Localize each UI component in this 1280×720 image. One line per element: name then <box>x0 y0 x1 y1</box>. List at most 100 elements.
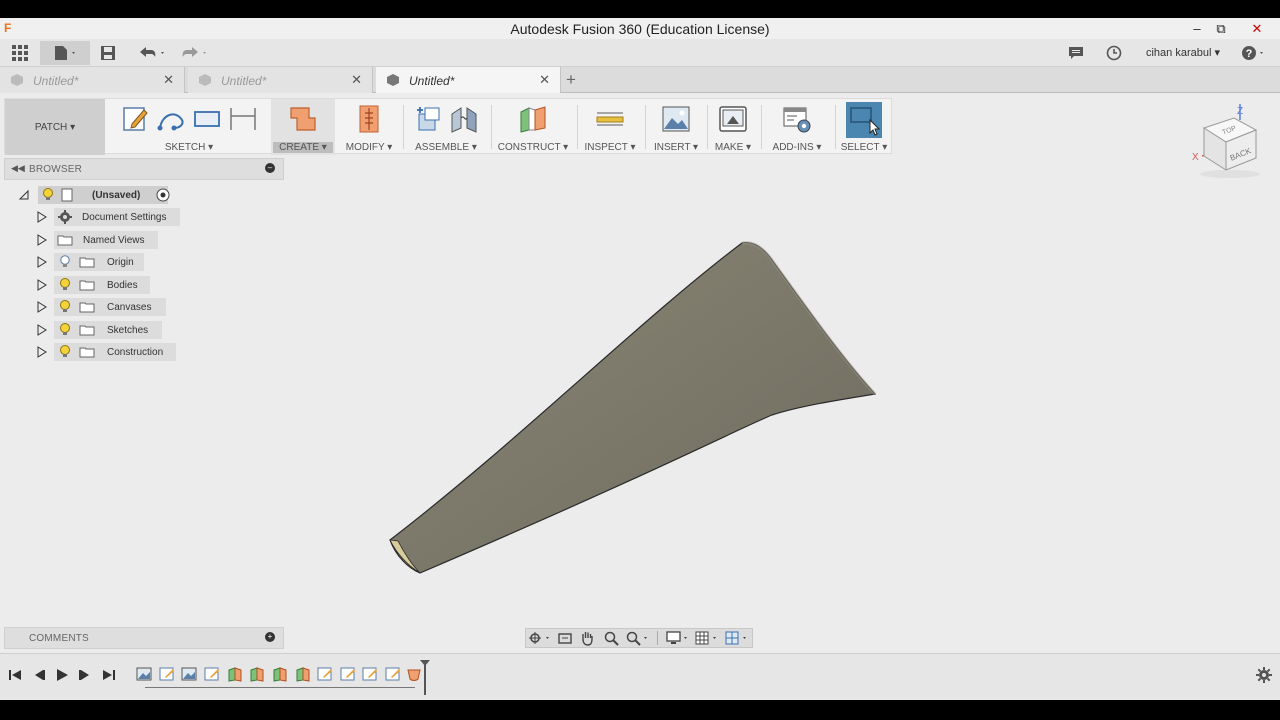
orbit-button[interactable] <box>526 629 554 647</box>
new-component-icon[interactable] <box>413 104 443 134</box>
timeline-settings-button[interactable] <box>1255 666 1273 684</box>
file-menu-button[interactable] <box>40 41 90 65</box>
display-settings-button[interactable] <box>663 629 693 647</box>
select-menu[interactable]: SELECT ▾ <box>835 142 893 153</box>
lightbulb-off-icon[interactable] <box>59 255 71 269</box>
timeline-plane-feature[interactable] <box>295 665 311 683</box>
sketch-menu[interactable]: SKETCH ▾ <box>109 142 269 153</box>
browser-pin-icon[interactable]: – <box>265 163 275 173</box>
timeline-first-button[interactable] <box>6 666 24 684</box>
tree-item-document-settings[interactable]: Document Settings <box>54 208 180 226</box>
browser-panel-header[interactable]: ◀◀ BROWSER – <box>4 158 284 180</box>
collapse-double-arrow-icon[interactable]: ◀◀ <box>11 163 25 174</box>
expand-triangle-icon[interactable] <box>36 324 48 336</box>
make-menu[interactable]: MAKE ▾ <box>707 142 759 153</box>
new-tab-button[interactable]: + <box>566 70 576 90</box>
user-menu[interactable]: cihan karabul ▾ <box>1146 46 1220 59</box>
lightbulb-icon[interactable] <box>59 323 71 337</box>
3d-print-icon[interactable] <box>718 104 748 134</box>
assemble-menu[interactable]: ASSEMBLE ▾ <box>403 142 489 153</box>
save-button[interactable] <box>96 41 120 65</box>
timeline-plane-feature[interactable] <box>227 665 243 683</box>
look-at-button[interactable] <box>554 629 576 647</box>
collapse-triangle-icon[interactable] <box>18 189 30 201</box>
data-panel-button[interactable] <box>6 41 34 65</box>
viewports-button[interactable] <box>722 629 752 647</box>
fit-button[interactable] <box>623 629 653 647</box>
timeline-sketch-feature[interactable] <box>204 665 220 683</box>
measure-icon[interactable] <box>594 104 626 134</box>
lightbulb-icon[interactable] <box>59 278 71 292</box>
tab-untitled-3[interactable]: Untitled* ✕ <box>376 67 561 93</box>
tree-item-sketches[interactable]: Sketches <box>54 321 162 339</box>
offset-plane-icon[interactable] <box>517 104 549 134</box>
restore-button[interactable]: ⧉ <box>1204 18 1238 39</box>
tab-close-icon[interactable]: ✕ <box>163 72 174 88</box>
patch-extrude-icon[interactable] <box>287 104 319 134</box>
expand-triangle-icon[interactable] <box>36 234 48 246</box>
axis-z-label: Z <box>1237 106 1243 117</box>
timeline-sketch-feature[interactable] <box>362 665 378 683</box>
timeline-marker[interactable] <box>419 660 431 696</box>
inspect-menu[interactable]: INSPECT ▾ <box>577 142 643 153</box>
tree-item-canvases[interactable]: Canvases <box>54 298 166 316</box>
dimension-icon[interactable] <box>228 104 258 134</box>
lightbulb-icon[interactable] <box>59 300 71 314</box>
rectangle-icon[interactable] <box>192 104 222 134</box>
timeline-prev-button[interactable] <box>30 666 48 684</box>
lightbulb-icon[interactable] <box>59 345 71 359</box>
zoom-button[interactable] <box>599 629 623 647</box>
tree-root-item[interactable]: (Unsaved) <box>38 186 168 204</box>
help-button[interactable]: ? <box>1238 41 1270 65</box>
construct-menu[interactable]: CONSTRUCT ▾ <box>491 142 575 153</box>
joint-icon[interactable] <box>449 104 479 134</box>
tree-item-origin[interactable]: Origin <box>54 253 144 271</box>
comments-panel-header[interactable]: COMMENTS + <box>4 627 284 649</box>
lightbulb-icon[interactable] <box>42 188 54 202</box>
grid-settings-button[interactable] <box>693 629 723 647</box>
expand-triangle-icon[interactable] <box>36 301 48 313</box>
timeline-next-button[interactable] <box>76 666 94 684</box>
expand-triangle-icon[interactable] <box>36 211 48 223</box>
redo-button[interactable] <box>176 41 212 65</box>
create-sketch-icon[interactable] <box>120 104 150 134</box>
timeline-sketch-feature[interactable] <box>385 665 401 683</box>
modify-menu[interactable]: MODIFY ▾ <box>337 142 401 153</box>
timeline-plane-feature[interactable] <box>249 665 265 683</box>
tree-item-bodies[interactable]: Bodies <box>54 276 150 294</box>
comments-button[interactable] <box>1064 41 1088 65</box>
workspace-switcher[interactable]: PATCH ▾ <box>5 99 105 155</box>
undo-button[interactable] <box>134 41 170 65</box>
viewcube[interactable]: Z X TOP BACK <box>1190 100 1270 180</box>
expand-triangle-icon[interactable] <box>36 279 48 291</box>
timeline-sketch-feature[interactable] <box>340 665 356 683</box>
addins-menu[interactable]: ADD-INS ▾ <box>761 142 833 153</box>
insert-menu[interactable]: INSERT ▾ <box>645 142 707 153</box>
active-radio-icon[interactable] <box>156 188 170 202</box>
tab-close-icon[interactable]: ✕ <box>351 72 362 88</box>
create-menu[interactable]: CREATE ▾ <box>273 142 333 153</box>
arc-icon[interactable] <box>156 104 186 134</box>
timeline-sketch-feature[interactable] <box>317 665 333 683</box>
comments-add-icon[interactable]: + <box>265 632 275 642</box>
tree-item-construction[interactable]: Construction <box>54 343 176 361</box>
modify-icon[interactable] <box>354 104 384 134</box>
tree-item-named-views[interactable]: Named Views <box>54 231 158 249</box>
tab-close-icon[interactable]: ✕ <box>539 72 550 88</box>
close-button[interactable]: ✕ <box>1240 18 1274 39</box>
timeline-canvas-feature[interactable] <box>136 665 152 683</box>
timeline-last-button[interactable] <box>100 666 118 684</box>
expand-triangle-icon[interactable] <box>36 346 48 358</box>
expand-triangle-icon[interactable] <box>36 256 48 268</box>
timeline-sketch-feature[interactable] <box>159 665 175 683</box>
timeline-canvas-feature[interactable] <box>181 665 197 683</box>
tab-untitled-2[interactable]: Untitled* ✕ <box>188 67 373 93</box>
job-status-button[interactable] <box>1102 41 1126 65</box>
scripts-addins-icon[interactable] <box>782 104 812 134</box>
timeline-play-button[interactable] <box>53 666 71 684</box>
select-icon[interactable] <box>846 102 882 138</box>
pan-button[interactable] <box>576 629 600 647</box>
insert-image-icon[interactable] <box>661 104 691 134</box>
timeline-plane-feature[interactable] <box>272 665 288 683</box>
tab-untitled-1[interactable]: Untitled* ✕ <box>0 67 185 93</box>
